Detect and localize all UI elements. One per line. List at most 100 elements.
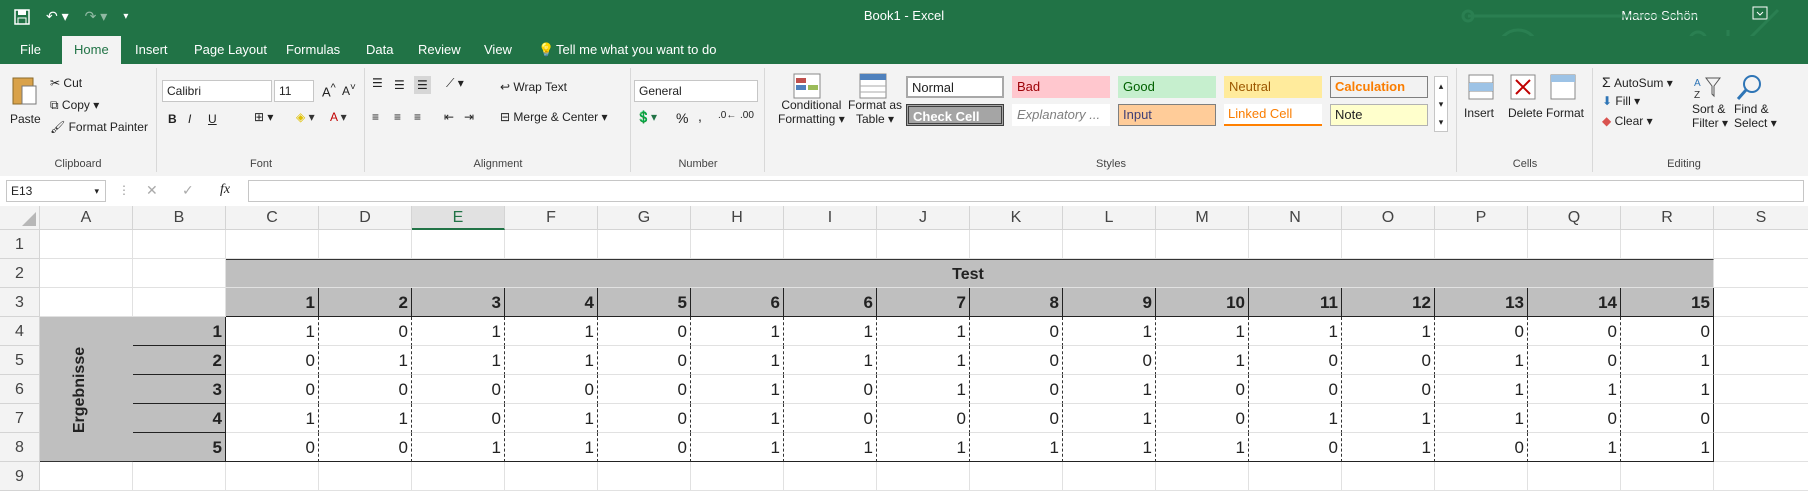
- value-cell[interactable]: 1: [877, 317, 970, 346]
- value-cell[interactable]: 0: [1342, 346, 1435, 375]
- decrease-indent-icon[interactable]: ⇤: [444, 110, 454, 124]
- value-cell[interactable]: 0: [1249, 375, 1342, 404]
- font-size-select[interactable]: 11: [274, 80, 314, 102]
- column-header-S[interactable]: S: [1714, 206, 1808, 230]
- value-cell[interactable]: 1: [412, 346, 505, 375]
- cancel-icon[interactable]: ✕: [146, 182, 158, 199]
- delete-cells-icon[interactable]: [1508, 72, 1538, 102]
- cell[interactable]: [1714, 404, 1808, 433]
- cell[interactable]: [40, 230, 133, 259]
- font-color-icon[interactable]: A ▾: [330, 110, 347, 124]
- clear-button[interactable]: ◆ Clear ▾: [1602, 114, 1653, 128]
- value-cell[interactable]: 1: [1063, 375, 1156, 404]
- cell[interactable]: [1714, 346, 1808, 375]
- cell[interactable]: [1156, 230, 1249, 259]
- autosum-button[interactable]: Σ AutoSum ▾: [1602, 74, 1673, 90]
- value-cell[interactable]: 1: [1156, 346, 1249, 375]
- cell[interactable]: [691, 462, 784, 491]
- decrease-decimal-icon[interactable]: .00: [740, 110, 754, 121]
- cell[interactable]: [412, 462, 505, 491]
- value-cell[interactable]: 1: [505, 404, 598, 433]
- cell[interactable]: [505, 462, 598, 491]
- row-header-4[interactable]: 4: [0, 317, 40, 346]
- wrap-text-button[interactable]: ↩ Wrap Text: [500, 80, 567, 94]
- value-cell[interactable]: 0: [1435, 317, 1528, 346]
- cell[interactable]: [133, 230, 226, 259]
- column-header-J[interactable]: J: [877, 206, 970, 230]
- cell[interactable]: [970, 462, 1063, 491]
- style-calculation[interactable]: Calculation: [1330, 76, 1428, 98]
- style-good[interactable]: Good: [1118, 76, 1216, 98]
- cell[interactable]: [1621, 230, 1714, 259]
- cell[interactable]: [1156, 462, 1249, 491]
- cell[interactable]: [784, 230, 877, 259]
- value-cell[interactable]: 1: [319, 346, 412, 375]
- merge-center-button[interactable]: ⊟ Merge & Center ▾: [500, 110, 607, 124]
- comma-button[interactable]: ,: [698, 108, 702, 124]
- column-header-M[interactable]: M: [1156, 206, 1249, 230]
- value-cell[interactable]: 0: [1342, 375, 1435, 404]
- value-cell[interactable]: 1: [1342, 404, 1435, 433]
- value-cell[interactable]: 0: [1528, 346, 1621, 375]
- select-all-corner[interactable]: [0, 206, 40, 230]
- cut-button[interactable]: ✂ Cut: [50, 76, 82, 90]
- italic-button[interactable]: I: [188, 112, 191, 126]
- value-cell[interactable]: 1: [877, 375, 970, 404]
- insert-cells-button[interactable]: Insert: [1464, 106, 1494, 120]
- find-select-icon[interactable]: [1734, 72, 1764, 102]
- value-cell[interactable]: 0: [1156, 375, 1249, 404]
- value-cell[interactable]: 1: [970, 433, 1063, 462]
- row-header-5[interactable]: 5: [0, 346, 40, 375]
- cell[interactable]: [319, 230, 412, 259]
- value-cell[interactable]: 1: [1528, 375, 1621, 404]
- column-header-C[interactable]: C: [226, 206, 319, 230]
- cell[interactable]: [133, 462, 226, 491]
- paste-icon[interactable]: [10, 74, 38, 108]
- column-header-A[interactable]: A: [40, 206, 133, 230]
- style-check-cell[interactable]: Check Cell: [906, 104, 1004, 126]
- tab-review[interactable]: Review: [418, 42, 461, 57]
- value-cell[interactable]: 1: [877, 346, 970, 375]
- tab-page-layout[interactable]: Page Layout: [194, 42, 267, 57]
- value-cell[interactable]: 0: [1063, 346, 1156, 375]
- align-right-icon[interactable]: ≡: [414, 110, 421, 124]
- cell[interactable]: [1714, 462, 1808, 491]
- cell[interactable]: [319, 462, 412, 491]
- value-cell[interactable]: 1: [226, 404, 319, 433]
- column-header-R[interactable]: R: [1621, 206, 1714, 230]
- tab-view[interactable]: View: [484, 42, 512, 57]
- insert-function-button[interactable]: fx: [220, 182, 230, 198]
- column-header-I[interactable]: I: [784, 206, 877, 230]
- format-as-table-button[interactable]: Format as Table ▾: [848, 98, 902, 126]
- number-format-select[interactable]: General: [634, 80, 758, 102]
- value-cell[interactable]: 0: [1249, 433, 1342, 462]
- value-cell[interactable]: 1: [319, 404, 412, 433]
- column-header-G[interactable]: G: [598, 206, 691, 230]
- value-cell[interactable]: 1: [1621, 433, 1714, 462]
- value-cell[interactable]: 0: [412, 404, 505, 433]
- cell[interactable]: [1063, 230, 1156, 259]
- cell[interactable]: [133, 288, 226, 317]
- cell[interactable]: [226, 230, 319, 259]
- cell[interactable]: [505, 230, 598, 259]
- column-header-F[interactable]: F: [505, 206, 598, 230]
- cell[interactable]: [970, 230, 1063, 259]
- value-cell[interactable]: 1: [691, 375, 784, 404]
- cell[interactable]: [598, 462, 691, 491]
- styles-scroll[interactable]: ▴ ▾ ▾: [1434, 76, 1448, 132]
- value-cell[interactable]: 1: [505, 346, 598, 375]
- cell[interactable]: [691, 230, 784, 259]
- value-cell[interactable]: 1: [691, 433, 784, 462]
- row-header-9[interactable]: 9: [0, 462, 40, 491]
- style-normal[interactable]: Normal: [906, 76, 1004, 98]
- cell[interactable]: [1714, 288, 1808, 317]
- value-cell[interactable]: 1: [1249, 404, 1342, 433]
- column-header-L[interactable]: L: [1063, 206, 1156, 230]
- percent-button[interactable]: %: [676, 110, 688, 126]
- currency-icon[interactable]: 💲▾: [636, 110, 657, 124]
- align-middle-icon[interactable]: ☰: [394, 78, 405, 92]
- value-cell[interactable]: 0: [784, 404, 877, 433]
- value-cell[interactable]: 0: [1621, 317, 1714, 346]
- value-cell[interactable]: 1: [691, 346, 784, 375]
- row-header-1[interactable]: 1: [0, 230, 40, 259]
